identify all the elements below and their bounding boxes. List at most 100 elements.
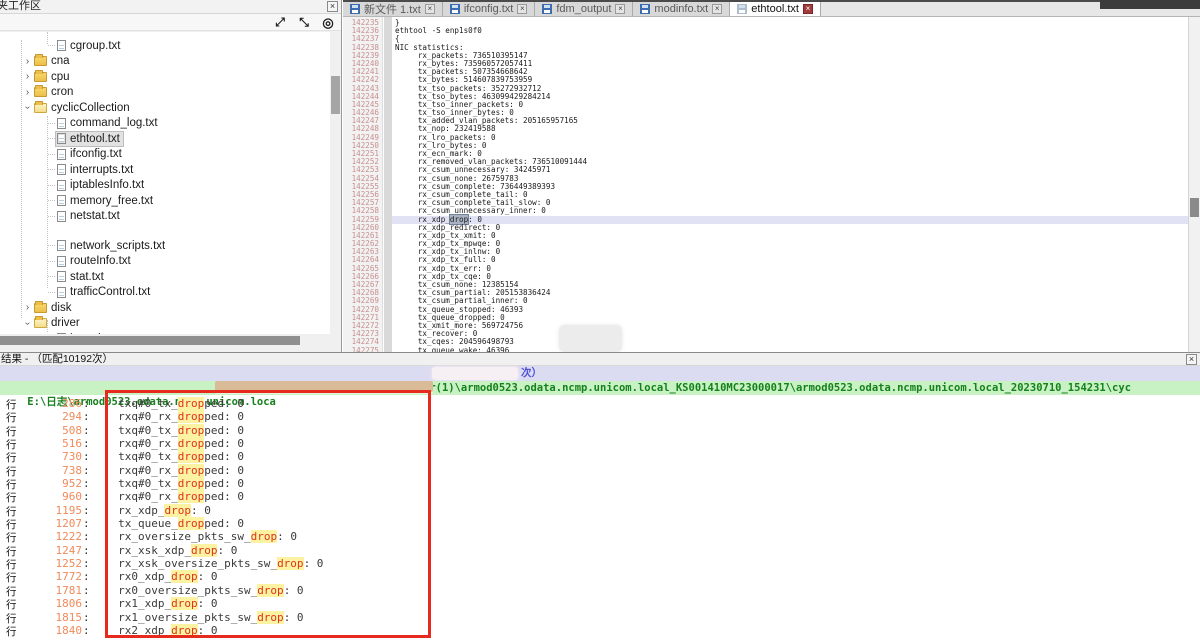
- save-icon: [640, 4, 650, 14]
- tree-item-body[interactable]: driver: [33, 316, 83, 330]
- tree-connector: [48, 138, 55, 139]
- tree-item-body[interactable]: cna: [33, 54, 73, 68]
- locate-file-icon[interactable]: ◎: [319, 15, 337, 30]
- tree-item-folder[interactable]: ›cna: [0, 54, 330, 70]
- tree-item-body[interactable]: iptablesInfo.txt: [56, 178, 147, 192]
- tree-vertical-scrollbar[interactable]: [330, 32, 341, 334]
- tree-item-body[interactable]: netstat.txt: [56, 209, 123, 223]
- tree-item-body[interactable]: network_scripts.txt: [56, 239, 168, 253]
- top-right-dark-strip: [1100, 0, 1200, 9]
- tree-item-body[interactable]: ifconfig.txt: [56, 147, 125, 161]
- folder-icon: [34, 318, 47, 328]
- tree-item-folder[interactable]: ›cron: [0, 85, 330, 101]
- workspace-close-icon[interactable]: ×: [327, 1, 338, 12]
- tree-item-label: driver: [51, 317, 80, 329]
- chevron-collapsed-icon[interactable]: ›: [22, 302, 33, 313]
- tree-item-label: netstat.txt: [70, 210, 120, 222]
- tree-item-body[interactable]: disk: [33, 301, 74, 315]
- tree-item-file[interactable]: command_log.txt: [0, 116, 330, 132]
- fold-cell: [383, 322, 392, 330]
- tree-item-file[interactable]: cgroup.txt: [0, 38, 330, 54]
- file-icon: [57, 240, 66, 251]
- workspace-tree: cgroup.txt›cna›cpu›cron›cyclicCollection…: [0, 32, 330, 334]
- search-results-header: 结果 - （匹配10192次） ×: [0, 353, 1200, 366]
- tree-item-file[interactable]: ethtool.txt: [0, 131, 330, 147]
- tree-item-body[interactable]: trafficControl.txt: [56, 285, 153, 299]
- tree-item-file[interactable]: ifconfig.txt: [0, 147, 330, 163]
- chevron-collapsed-icon[interactable]: ›: [22, 87, 33, 98]
- tree-item-file[interactable]: stat.txt: [0, 269, 330, 285]
- tree-item-file[interactable]: network_scripts.txt: [0, 238, 330, 254]
- result-line-number: 1840: [20, 624, 82, 637]
- file-icon: [57, 164, 66, 175]
- fold-cell: [383, 248, 392, 256]
- tree-item-body[interactable]: lsmod.txt: [56, 332, 119, 334]
- result-line-number: 286: [20, 397, 82, 410]
- tab-close-icon[interactable]: ×: [615, 4, 625, 14]
- code-line[interactable]: 142236ethtool -S enp1s0f0: [343, 27, 1188, 35]
- chevron-collapsed-icon[interactable]: ›: [22, 56, 33, 67]
- fold-cell: [383, 19, 392, 27]
- result-line-number: 294: [20, 410, 82, 423]
- chevron-collapsed-icon[interactable]: ›: [22, 71, 33, 82]
- tree-item-file[interactable]: memory_free.txt: [0, 193, 330, 209]
- result-line-number: 738: [20, 464, 82, 477]
- editor-body[interactable]: 142235}142236ethtool -S enp1s0f0142237{1…: [343, 17, 1188, 352]
- code-text: {: [392, 35, 1188, 43]
- save-icon: [350, 4, 360, 14]
- workspace-titlebar: 夹工作区 ×: [0, 0, 341, 14]
- code-text: rx_xdp_tx_inlnw: 0: [392, 248, 1188, 256]
- tree-item-file[interactable]: trafficControl.txt: [0, 285, 330, 301]
- tree-item-file[interactable]: iptablesInfo.txt: [0, 178, 330, 194]
- tree-item-body[interactable]: routeInfo.txt: [56, 254, 134, 268]
- tab[interactable]: ethtool.txt×: [730, 2, 821, 16]
- collapse-all-icon[interactable]: ⤡: [295, 15, 313, 30]
- editor-vertical-scrollbar[interactable]: [1188, 17, 1200, 352]
- tab-bar: 新文件 1.txt×ifconfig.txt×fdm_output×modinf…: [343, 0, 1200, 17]
- fold-cell: [383, 109, 392, 117]
- fold-cell: [383, 306, 392, 314]
- tree-connector: [48, 200, 55, 201]
- code-text: rx_xdp_tx_xmit: 0: [392, 232, 1188, 240]
- tree-item-folder[interactable]: ›cyclicCollection: [0, 100, 330, 116]
- tree-horizontal-scrollbar[interactable]: [0, 335, 331, 346]
- tab[interactable]: fdm_output×: [535, 2, 633, 16]
- tree-item-body[interactable]: cgroup.txt: [56, 39, 124, 53]
- tab[interactable]: modinfo.txt×: [633, 2, 730, 16]
- tree-connector: [48, 261, 55, 262]
- tree-item-file[interactable]: interrupts.txt: [0, 162, 330, 178]
- tab[interactable]: 新文件 1.txt×: [343, 2, 443, 16]
- tab[interactable]: ifconfig.txt×: [443, 2, 536, 16]
- editor-vertical-scrollbar-thumb[interactable]: [1190, 198, 1199, 217]
- tree-item-body[interactable]: memory_free.txt: [56, 194, 156, 208]
- tree-selected-item[interactable]: ethtool.txt: [56, 132, 123, 146]
- tree-item-body[interactable]: stat.txt: [56, 270, 107, 284]
- tree-item-folder[interactable]: ›cpu: [0, 69, 330, 85]
- fold-cell: [383, 207, 392, 215]
- tree-item-label: memory_free.txt: [70, 195, 153, 207]
- tab-close-icon[interactable]: ×: [517, 4, 527, 14]
- tree-item-body[interactable]: command_log.txt: [56, 116, 161, 130]
- search-summary-line[interactable]: 索 "drop" （1个文件中匹配到10192次，总计 次）: [0, 366, 1200, 381]
- tab-close-icon[interactable]: ×: [425, 4, 435, 14]
- tree-item-body[interactable]: cpu: [33, 70, 73, 84]
- chevron-expanded-icon[interactable]: ›: [22, 102, 33, 113]
- expand-all-icon[interactable]: ⤢: [271, 15, 289, 30]
- tree-horizontal-scrollbar-thumb[interactable]: [0, 336, 300, 345]
- tree-item-body[interactable]: cyclicCollection: [33, 101, 133, 115]
- tree-item-file[interactable]: netstat.txt: [0, 209, 330, 225]
- tree-vertical-scrollbar-thumb[interactable]: [331, 76, 340, 114]
- code-text: rx_xdp_tx_mpwqe: 0: [392, 240, 1188, 248]
- tree-item-folder[interactable]: ›disk: [0, 300, 330, 316]
- fold-cell: [383, 256, 392, 264]
- tree-item-body[interactable]: interrupts.txt: [56, 163, 136, 177]
- tab-close-icon[interactable]: ×: [803, 4, 813, 14]
- search-results-close-icon[interactable]: ×: [1186, 354, 1197, 365]
- tree-item-body[interactable]: cron: [33, 85, 76, 99]
- code-line[interactable]: 142237{: [343, 35, 1188, 43]
- tree-item-folder[interactable]: › driver: [0, 316, 330, 332]
- tree-item-file[interactable]: lsmod.txt: [0, 331, 330, 334]
- chevron-expanded-icon[interactable]: ›: [22, 318, 33, 329]
- tree-item-file[interactable]: routeInfo.txt: [0, 254, 330, 270]
- tab-close-icon[interactable]: ×: [712, 4, 722, 14]
